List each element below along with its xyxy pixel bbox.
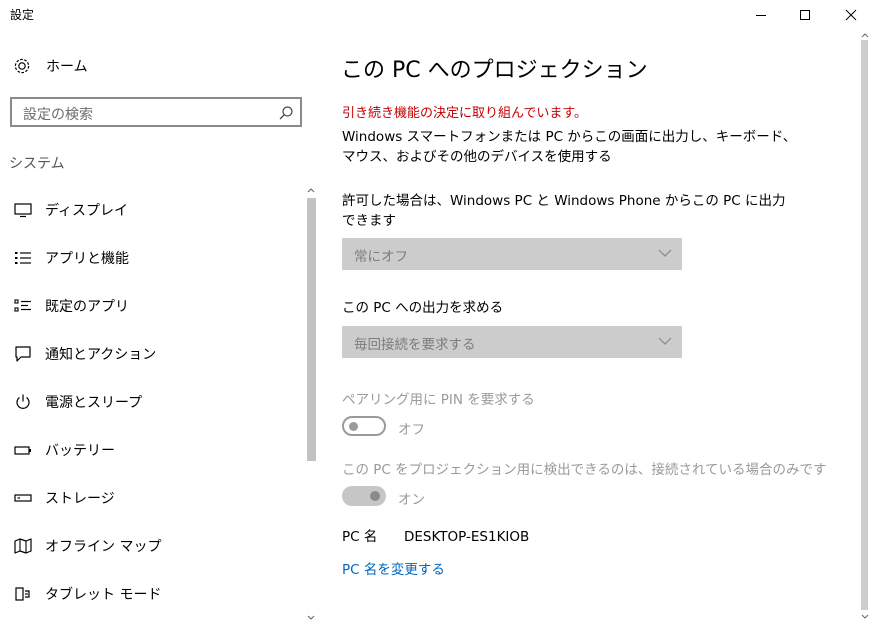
sidebar-item-battery[interactable]: バッテリー xyxy=(12,438,115,462)
pc-name-value: DESKTOP-ES1KIOB xyxy=(404,529,530,545)
maximize-button[interactable] xyxy=(782,0,828,30)
scroll-up-arrow-icon xyxy=(307,188,315,193)
pc-name-label: PC 名 xyxy=(342,529,378,545)
power-toggle-state: オン xyxy=(398,492,425,508)
home-nav-item[interactable]: ホーム xyxy=(12,55,88,77)
search-placeholder: 設定の検索 xyxy=(23,107,93,123)
rename-pc-link[interactable]: PC 名を変更する xyxy=(342,558,445,578)
allow-projection-dropdown[interactable]: 常にオフ xyxy=(342,238,682,270)
sidebar-item-label: アプリと機能 xyxy=(45,251,129,267)
pin-required-label: ペアリング用に PIN を要求する xyxy=(342,392,535,408)
sidebar-item-label: タブレット モード xyxy=(45,587,162,603)
storage-icon xyxy=(14,494,32,502)
sidebar-scrollbar-thumb[interactable] xyxy=(307,198,316,461)
sidebar-item-offline-maps[interactable]: オフライン マップ xyxy=(12,534,161,558)
apps-list-icon xyxy=(15,252,31,264)
ask-projection-label: この PC への出力を求める xyxy=(342,300,504,316)
title-bar: 設定 xyxy=(0,0,869,30)
dropdown-value: 毎回接続を要求する xyxy=(354,337,476,353)
sidebar-item-label: ストレージ xyxy=(45,491,115,507)
scroll-down-arrow-icon xyxy=(307,615,315,620)
sidebar-item-label: ディスプレイ xyxy=(45,203,129,219)
toggle-knob xyxy=(370,491,380,501)
chevron-down-icon xyxy=(658,249,672,257)
battery-icon xyxy=(14,446,31,455)
pin-required-toggle[interactable] xyxy=(342,416,386,436)
main-scroll-up-arrow-icon[interactable] xyxy=(860,31,869,39)
minimize-icon xyxy=(756,15,766,16)
main-scroll-down-arrow-icon[interactable] xyxy=(860,613,869,621)
sidebar-item-power[interactable]: 電源とスリープ xyxy=(12,390,142,414)
page-title: この PC へのプロジェクション xyxy=(341,58,648,83)
sidebar-item-apps[interactable]: アプリと機能 xyxy=(12,246,129,270)
description-text: Windows スマートフォンまたは PC からこの画面に出力し、キーボード、マ… xyxy=(342,129,797,165)
dropdown-value: 常にオフ xyxy=(354,249,408,265)
default-apps-icon xyxy=(14,299,31,312)
chevron-down-icon xyxy=(658,337,672,345)
ask-projection-dropdown[interactable]: 毎回接続を要求する xyxy=(342,326,682,358)
main-scrollbar-thumb[interactable] xyxy=(861,40,868,610)
close-icon xyxy=(845,9,857,21)
power-discoverable-label: この PC をプロジェクション用に検出できるのは、接続されている場合のみです xyxy=(342,462,827,478)
window-title: 設定 xyxy=(10,8,35,22)
power-icon xyxy=(16,394,30,409)
sidebar-item-label: バッテリー xyxy=(45,443,115,459)
monitor-icon xyxy=(14,203,32,218)
tablet-mode-icon xyxy=(15,587,30,601)
search-icon xyxy=(279,106,293,120)
sidebar-item-display[interactable]: ディスプレイ xyxy=(12,198,128,222)
close-button[interactable] xyxy=(828,0,869,30)
section-header-system: システム xyxy=(9,156,65,172)
search-box[interactable]: 設定の検索 xyxy=(10,97,302,127)
sidebar-item-label: 既定のアプリ xyxy=(45,299,129,315)
allow-projection-label: 許可した場合は、Windows PC と Windows Phone からこの … xyxy=(342,193,786,229)
warning-message: 引き続き機能の決定に取り組んでいます。 xyxy=(342,106,588,121)
sidebar-item-label: 通知とアクション xyxy=(45,347,157,363)
map-icon xyxy=(14,538,32,554)
sidebar-item-storage[interactable]: ストレージ xyxy=(12,486,115,510)
sidebar-item-label: 電源とスリープ xyxy=(45,395,143,411)
toggle-knob xyxy=(349,422,358,431)
minimize-button[interactable] xyxy=(738,0,784,30)
gear-icon xyxy=(14,58,30,74)
sidebar-item-notifications[interactable]: 通知とアクション xyxy=(12,342,156,366)
home-label: ホーム xyxy=(46,59,88,75)
notification-icon xyxy=(15,346,31,362)
sidebar-item-label: オフライン マップ xyxy=(45,539,162,555)
sidebar-item-tablet-mode[interactable]: タブレット モード xyxy=(12,582,161,606)
power-discoverable-toggle[interactable] xyxy=(342,486,386,506)
sidebar-item-default-apps[interactable]: 既定のアプリ xyxy=(12,294,129,318)
maximize-icon xyxy=(800,10,810,20)
pin-toggle-state: オフ xyxy=(398,422,425,438)
